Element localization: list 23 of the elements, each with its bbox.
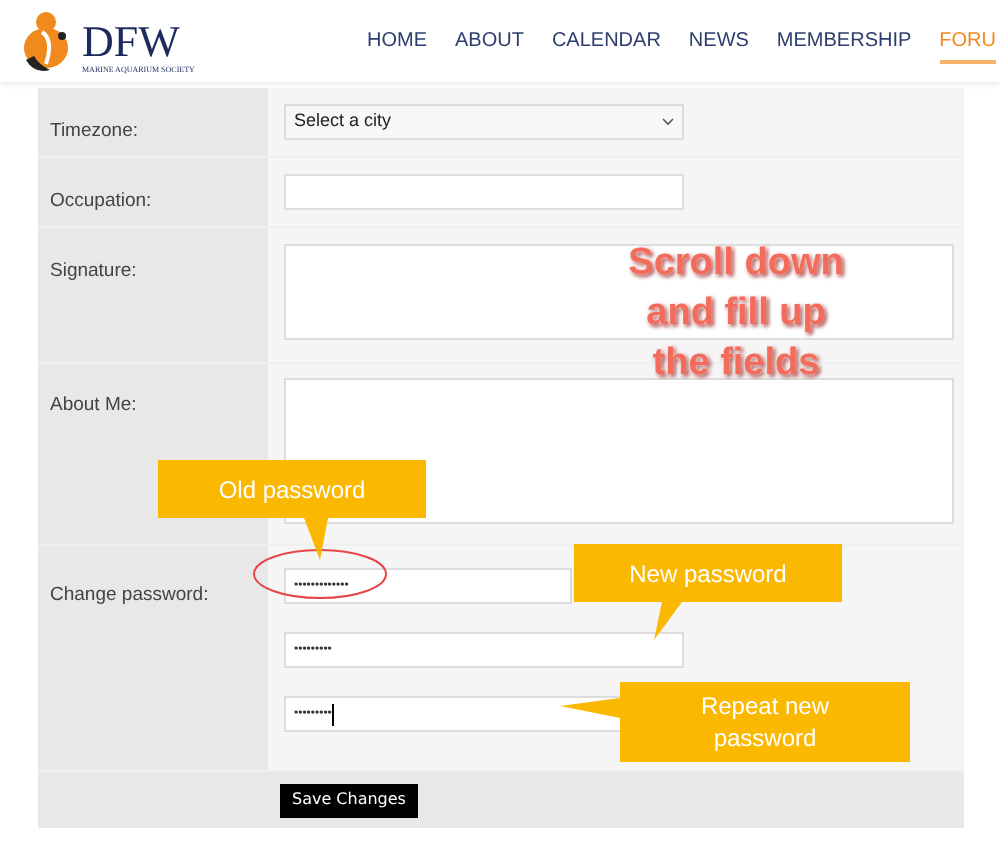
text-area[interactable]: [284, 244, 954, 340]
nav-link[interactable]: HOME: [367, 26, 427, 64]
nav-link[interactable]: CALENDAR: [551, 26, 661, 64]
field-label: Timezone:: [50, 120, 138, 142]
annotation-text: and fill up: [646, 290, 826, 338]
input-field[interactable]: [284, 174, 684, 210]
field-label: Signature:: [50, 260, 137, 282]
callout: New password: [574, 544, 842, 640]
annotation-text: Scroll down: [628, 240, 844, 288]
highlight-ellipse: [252, 548, 388, 600]
city-select[interactable]: Select a city: [284, 104, 684, 140]
logo-title: DFW: [82, 19, 182, 63]
save-changes-button[interactable]: Save Changes: [280, 783, 418, 817]
field-label: Change password:: [50, 584, 209, 606]
callout: Old password: [158, 460, 426, 560]
field-label: About Me:: [50, 394, 137, 416]
callout: Repeat new password: [560, 682, 910, 762]
nav-link[interactable]: ABOUT: [455, 26, 524, 64]
annotation-text: the fields: [652, 340, 820, 388]
field-label: Occupation:: [50, 190, 152, 212]
chevron-down-icon: [662, 118, 674, 126]
nav-link[interactable]: MEMBERSHIP: [776, 26, 912, 64]
nav-link[interactable]: NEWS: [688, 26, 749, 64]
